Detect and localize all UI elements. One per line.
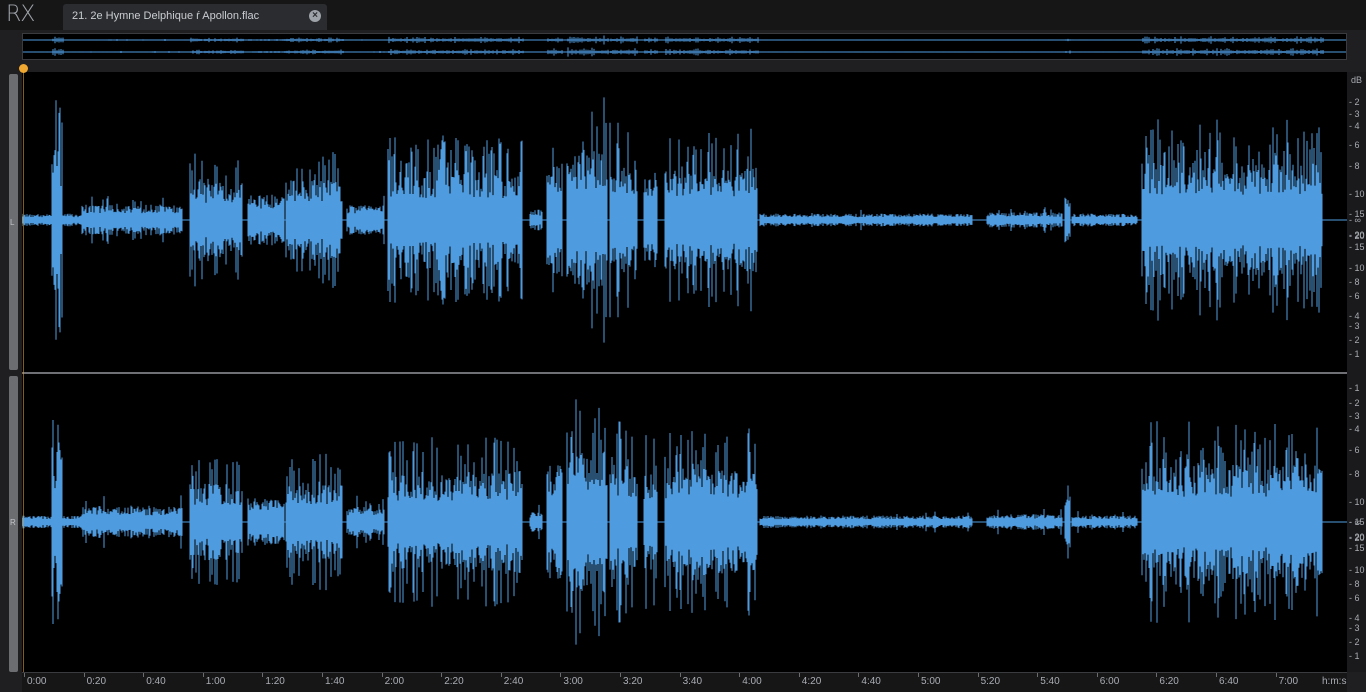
db-tick-label: - 8 [1349,579,1360,589]
playhead-line [23,72,24,672]
time-tick [500,673,502,677]
db-tick-label: - 8 [1349,161,1360,171]
time-tick [858,673,860,677]
time-tick [1275,673,1277,677]
db-unit-label: dB [1351,75,1363,85]
time-tick [83,673,85,677]
db-tick-label: - 20 [1349,231,1365,241]
time-tick [143,673,145,677]
time-tick [441,673,443,677]
db-tick-label: - 1 [1349,651,1360,661]
right-channel-label[interactable]: R [10,518,16,527]
file-tab-label: 21. 2e Hymne Delphique ŕ Apollon.flac [72,10,260,22]
time-tick [1216,673,1217,677]
db-tick-label: - 4 [1349,121,1360,131]
time-tick [679,673,681,677]
time-tick [977,673,979,677]
db-tick-label: - 10 [1349,189,1365,199]
db-tick-label: - 1 [1349,383,1360,393]
playhead-marker[interactable] [19,64,28,73]
time-tick [381,673,383,677]
time-tick [620,673,621,677]
left-channel-label[interactable]: L [10,218,14,227]
db-tick-label: - 10 [1349,565,1365,575]
time-label: 3:40 [682,676,703,687]
time-label: 4:00 [742,676,762,687]
db-tick-label: - 3 [1349,109,1360,119]
time-label: 0:20 [86,676,107,687]
channel-divider[interactable] [22,372,1347,374]
db-tick-label: - 2 [1349,97,1360,107]
db-tick-label: - 3 [1349,321,1360,331]
time-tick [1037,673,1039,677]
db-tick-label: - 3 [1349,411,1360,421]
db-tick-label: - ∞ [1349,517,1361,527]
time-label: 5:40 [1040,676,1060,687]
db-tick-label: - 8 [1349,469,1360,479]
time-label: 6:20 [1159,676,1179,687]
db-tick-label: - 1 [1349,349,1360,359]
time-label: 6:40 [1219,676,1239,687]
time-label: 0:00 [27,676,47,687]
db-tick-label: - 2 [1349,398,1360,408]
time-label: 7:00 [1278,676,1299,687]
title-bar: RX 21. 2e Hymne Delphique ŕ Apollon.flac… [0,0,1366,30]
db-tick-label: - 10 [1349,497,1365,507]
waveform-overview[interactable] [22,33,1347,60]
time-label: 5:00 [921,676,941,687]
time-tick [918,673,919,677]
time-unit-label: h:m:s [1322,676,1347,687]
time-tick [1096,673,1098,677]
time-label: 6:00 [1099,676,1120,687]
time-label: 1:20 [265,676,285,687]
db-tick-label: - 4 [1349,613,1360,623]
waveform-trace [22,399,1347,645]
time-tick [322,673,323,677]
waveform-trace [23,47,1346,57]
time-tick [1156,673,1158,677]
time-tick [24,673,25,677]
db-tick-label: - 10 [1349,263,1365,273]
overview-waveform [23,35,1346,57]
time-label: 3:00 [563,676,583,687]
time-label: 4:40 [861,676,881,687]
time-label: 0:40 [146,676,166,687]
db-tick-label: - 2 [1349,637,1360,647]
time-label: 2:20 [444,676,464,687]
time-tick [798,673,800,677]
db-tick-label: - ∞ [1349,215,1361,225]
close-icon[interactable]: × [309,10,321,22]
db-tick-label: - 6 [1349,140,1360,150]
time-tick [202,673,204,677]
time-tick [262,673,264,677]
db-tick-label: - 6 [1349,291,1360,301]
file-tab[interactable]: 21. 2e Hymne Delphique ŕ Apollon.flac × [63,4,327,30]
db-tick-label: - 4 [1349,424,1360,434]
db-tick-label: - 20 [1349,532,1365,542]
db-tick-label: - 15 [1349,242,1365,252]
time-label: 4:20 [801,676,822,687]
time-label: 3:20 [623,676,643,687]
waveform-trace [22,97,1347,343]
time-label: 2:40 [503,676,524,687]
app-logo: RX [6,2,35,27]
time-tick [739,673,741,677]
db-tick-label: - 4 [1349,311,1360,321]
time-label: 1:00 [205,676,226,687]
time-label: 5:20 [980,676,1001,687]
waveform-trace [23,35,1346,45]
db-tick-label: - 3 [1349,623,1360,633]
db-tick-label: - 6 [1349,445,1360,455]
db-tick-label: - 8 [1349,277,1360,287]
time-label: 1:40 [325,676,345,687]
db-tick-label: - 6 [1349,593,1360,603]
db-tick-label: - 15 [1349,543,1365,553]
time-label: 2:00 [384,676,405,687]
db-tick-label: - 2 [1349,335,1360,345]
time-tick [560,673,562,677]
